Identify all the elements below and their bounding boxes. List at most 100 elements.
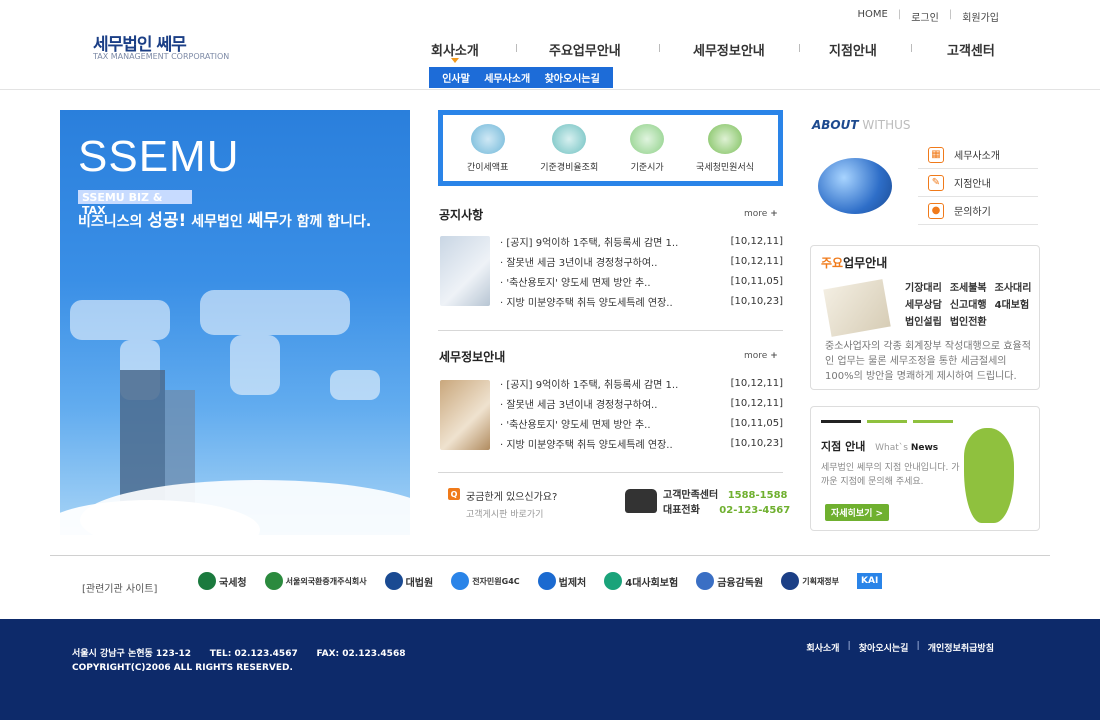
taxinfo-more-link[interactable]: more + (744, 351, 778, 361)
visual-title: SSEMU (78, 132, 240, 181)
related-sites-label: [관련기관 사이트] (82, 584, 158, 595)
branch-title: 지점 안내 What`s News (821, 440, 939, 453)
question-icon: Q (448, 488, 460, 500)
business-item[interactable]: 세무상담 (905, 296, 942, 311)
list-item[interactable]: · '축산용토지' 양도세 면제 방안 추.. [10,11,05] (500, 271, 783, 291)
quick-expense-rate[interactable]: 기준경비율조회 (540, 123, 598, 173)
site-smbs[interactable]: 서울외국환중개주식회사 (264, 572, 367, 590)
list-item[interactable]: · 지방 미분양주택 취득 양도세특례 연장.. [10,10,23] (500, 291, 783, 311)
qna-link[interactable]: Q 궁금한게 있으신가요? 고객게시판 바로가기 (448, 488, 557, 520)
list-item[interactable]: · [공지] 9억이하 1주택, 취등록세 감면 1.. [10,12,11] (500, 373, 783, 393)
notice-list: · [공지] 9억이하 1주택, 취등록세 감면 1.. [10,12,11] ·… (500, 231, 783, 311)
business-item[interactable]: 법인설립 (905, 313, 942, 328)
business-item[interactable]: 4대보험 (995, 296, 1032, 311)
footer-links: 회사소개 | 찾아오시는길 | 개인정보취급방침 (806, 641, 994, 654)
person-icon: ● (928, 202, 944, 219)
gnb-branch[interactable]: 지점안내 (829, 40, 877, 59)
book-image (823, 279, 891, 337)
chart-icon (630, 123, 665, 154)
quick-nts-forms[interactable]: 국세청민원서식 (696, 123, 754, 173)
quick-simple-tax-table[interactable]: 간이세액표 (467, 123, 508, 173)
tab-indicator[interactable] (913, 420, 953, 423)
tab-indicator[interactable] (821, 420, 861, 423)
taxinfo-title: 세무정보안내 (439, 350, 506, 364)
business-box: 주요업무안내 기장대리 조세불복 조사대리 세무상담 신고대행 4대보험 법인설… (810, 245, 1040, 390)
footer-link-company[interactable]: 회사소개 (806, 641, 839, 654)
util-home-link[interactable]: HOME (857, 9, 887, 24)
main-visual: SSEMU SSEMU BIZ & TAX 비즈니스의 성공! 세무법인 쎄무가… (60, 110, 410, 535)
notice-title: 공지사항 (439, 208, 484, 222)
g4c-logo-icon (451, 572, 470, 590)
gnb-business[interactable]: 주요업무안내 (549, 40, 621, 59)
site-nts[interactable]: 국세청 (198, 572, 247, 590)
business-item[interactable]: 법인전환 (950, 313, 987, 328)
business-item[interactable]: 조세불복 (950, 279, 987, 294)
site-fss[interactable]: 금융감독원 (696, 572, 763, 590)
edit-icon: ✎ (928, 174, 944, 191)
gnb-divider (516, 44, 517, 52)
site-mosf[interactable]: 기획재정부 (781, 572, 839, 590)
about-link-inquiry[interactable]: ● 문의하기 (918, 197, 1038, 225)
subnav-directions[interactable]: 찾아오시는길 (545, 70, 600, 85)
site-kai[interactable]: KAI (857, 573, 883, 589)
site-scourt[interactable]: 대법원 (384, 572, 433, 590)
branch-description: 세무법인 쎄무의 지점 안내입니다. 가까운 지점에 문의해 주세요. (821, 463, 960, 487)
util-join-link[interactable]: 회원가입 (962, 9, 999, 24)
business-item[interactable]: 조사대리 (995, 279, 1032, 294)
list-item[interactable]: · '축산용토지' 양도세 면제 방안 추.. [10,11,05] (500, 413, 783, 433)
about-link-accountants[interactable]: ▦ 세무사소개 (918, 141, 1038, 169)
quick-standard-price[interactable]: 기준시가 (630, 123, 665, 173)
gnb-divider (659, 44, 660, 52)
list-item[interactable]: · [공지] 9억이하 1주택, 취등록세 감면 1.. [10,12,11] (500, 231, 783, 251)
korea-map-image (964, 428, 1014, 523)
footer-top-divider (50, 555, 1050, 556)
list-item[interactable]: · 지방 미분양주택 취득 양도세특례 연장.. [10,10,23] (500, 433, 783, 453)
gnb-divider (799, 44, 800, 52)
gnb-divider (911, 44, 912, 52)
mosf-logo-icon (781, 572, 800, 590)
moleg-logo-icon (537, 572, 556, 590)
business-title: 주요업무안내 (821, 256, 888, 270)
site-moleg[interactable]: 법제처 (537, 572, 586, 590)
taxinfo-thumbnail (440, 380, 490, 450)
search-icon (552, 123, 587, 154)
utility-menu: HOME | 로그인 | 회원가입 (857, 9, 999, 24)
footer-link-directions[interactable]: 찾아오시는길 (859, 641, 909, 654)
about-title: ABOUT WITHUS (812, 118, 911, 132)
site-4insure[interactable]: 4대사회보험 (604, 572, 678, 590)
nts-logo-icon (198, 572, 216, 590)
tab-indicator[interactable] (867, 420, 907, 423)
telephone-icon (625, 489, 657, 513)
subnav-tax-accountants[interactable]: 세무사소개 (484, 70, 530, 85)
subnav-greeting[interactable]: 인사말 (442, 70, 470, 85)
smbs-logo-icon (264, 572, 283, 590)
board-divider (438, 330, 783, 331)
gnb-company[interactable]: 회사소개 (431, 40, 479, 59)
branch-detail-button[interactable]: 자세히보기 > (825, 504, 890, 521)
scourt-logo-icon (384, 572, 403, 590)
notice-thumbnail (440, 236, 490, 306)
world-map-buildings-image (60, 290, 410, 535)
quick-menu: 간이세액표 기준경비율조회 기준시가 국세청민원서식 (438, 110, 783, 186)
list-item[interactable]: · 잘못낸 세금 3년이내 경정청구하여.. [10,12,11] (500, 251, 783, 271)
board-divider (438, 472, 783, 473)
about-link-branch[interactable]: ✎ 지점안내 (918, 169, 1038, 197)
document-icon (470, 123, 505, 154)
business-item[interactable]: 기장대리 (905, 279, 942, 294)
business-item[interactable]: 신고대행 (950, 296, 987, 311)
globe-image (818, 158, 892, 214)
footer-link-privacy[interactable]: 개인정보취급방침 (928, 641, 994, 654)
sub-navigation: 인사말 세무사소개 찾아오시는길 (429, 67, 613, 88)
visual-slogan: 비즈니스의 성공! 세무법인 쎄무가 함께 합니다. (78, 211, 372, 231)
logo-subtitle: TAX MANAGEMENT CORPORATION (93, 52, 230, 61)
fss-logo-icon (696, 572, 715, 590)
site-g4c[interactable]: 전자민원G4C (451, 572, 520, 590)
gnb-taxinfo[interactable]: 세무정보안내 (693, 40, 765, 59)
gnb-customer[interactable]: 고객센터 (947, 40, 995, 59)
related-sites: 국세청 서울외국환중개주식회사 대법원 전자민원G4C 법제처 4대사회보험 금… (198, 572, 883, 590)
notice-more-link[interactable]: more + (744, 209, 778, 219)
list-item[interactable]: · 잘못낸 세금 3년이내 경정청구하여.. [10,12,11] (500, 393, 783, 413)
taxinfo-list: · [공지] 9억이하 1주택, 취등록세 감면 1.. [10,12,11] ·… (500, 373, 783, 453)
globe-icon (708, 123, 743, 154)
util-login-link[interactable]: 로그인 (911, 9, 939, 24)
